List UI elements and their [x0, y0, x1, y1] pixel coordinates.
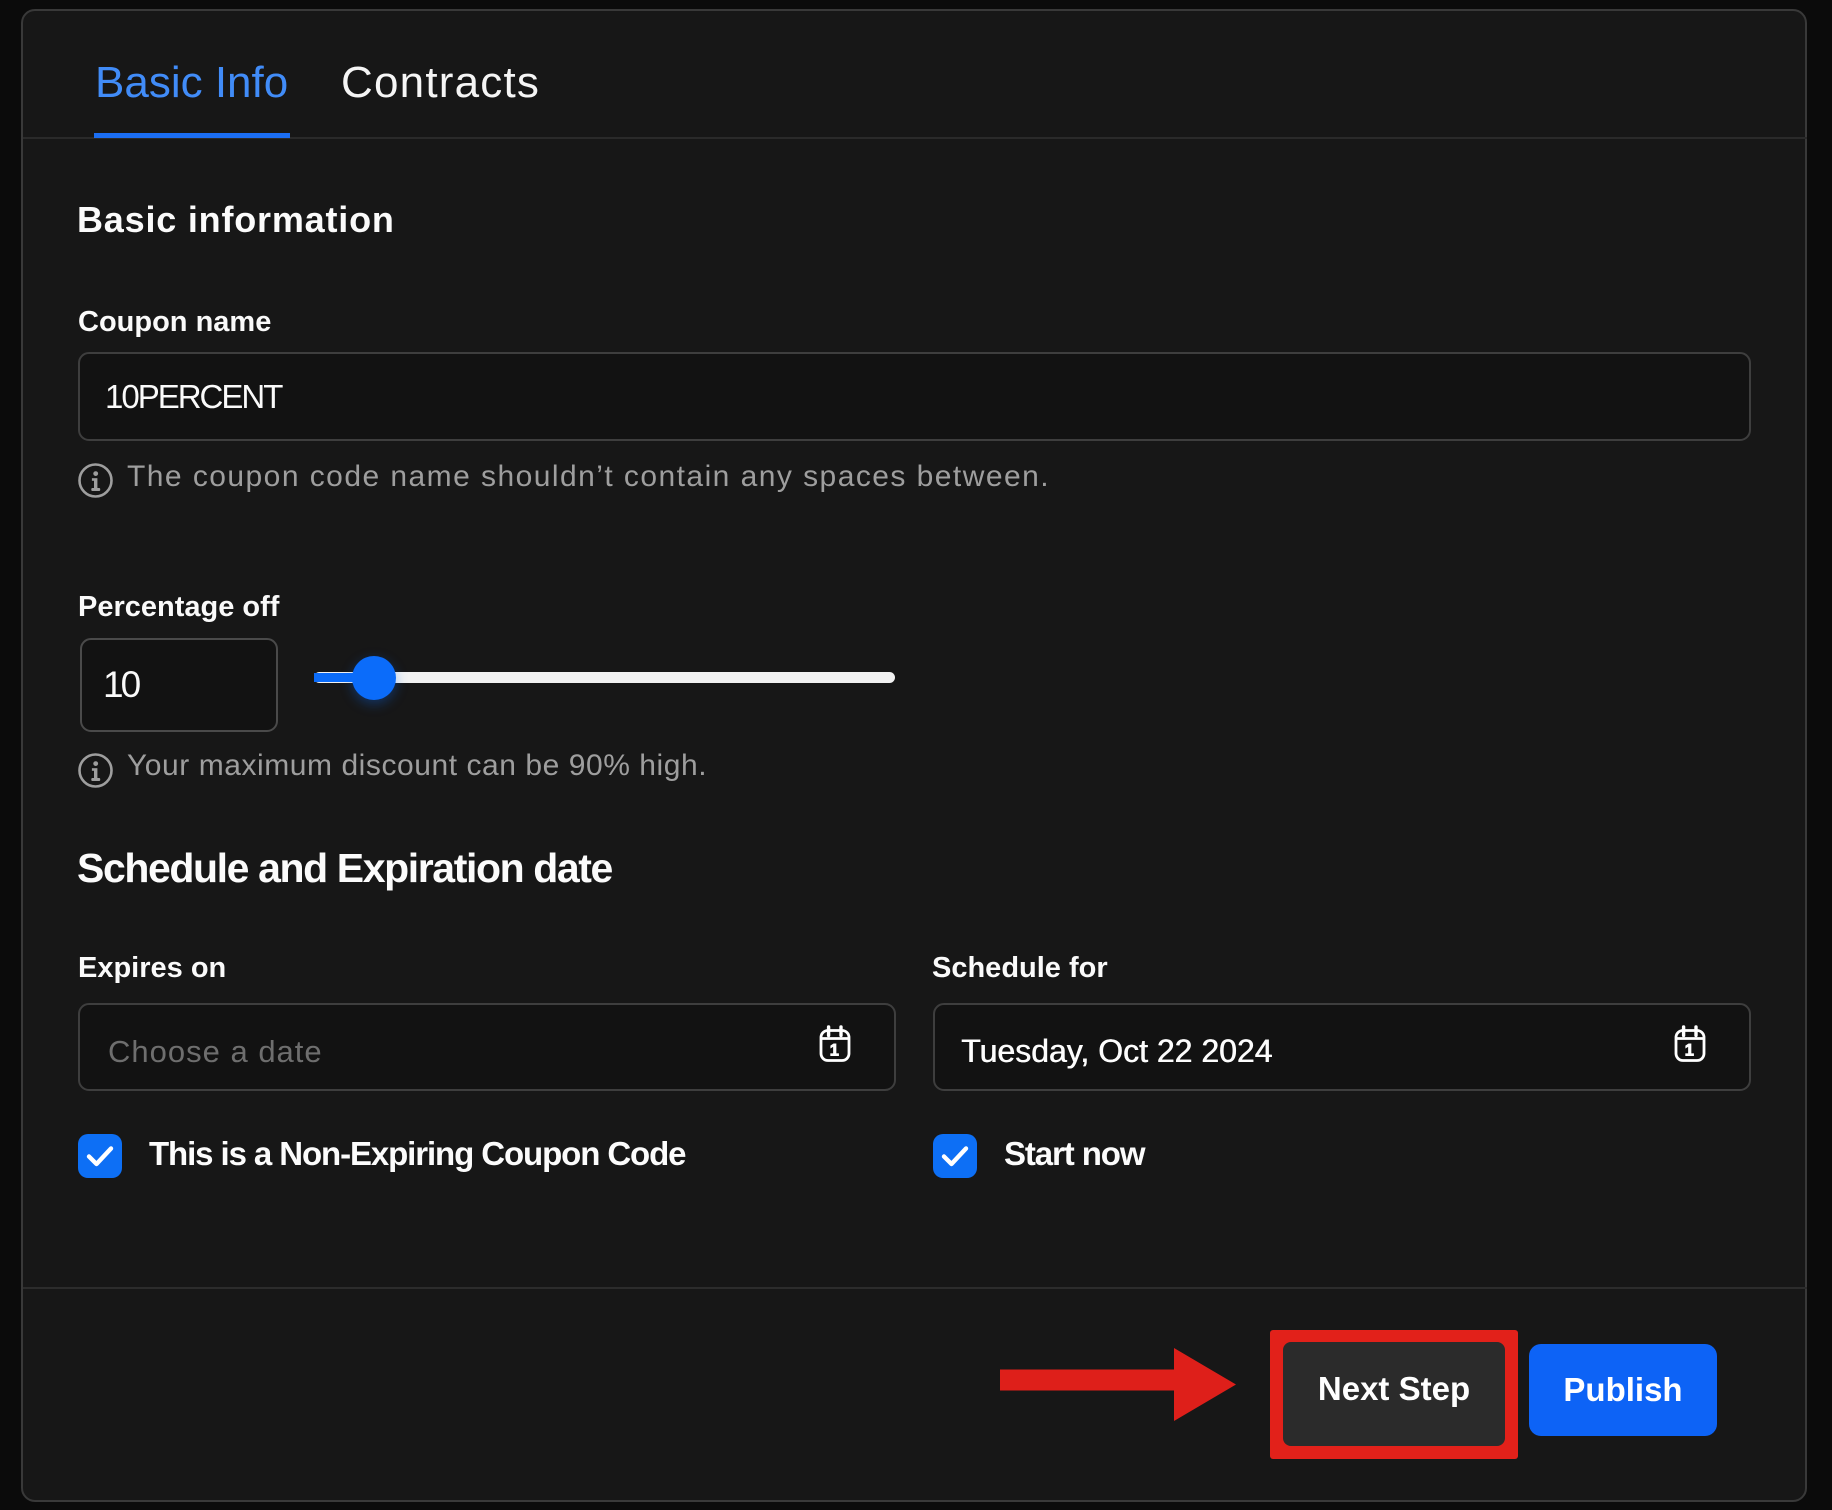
svg-text:1: 1	[1685, 1042, 1694, 1060]
svg-text:1: 1	[830, 1042, 839, 1060]
